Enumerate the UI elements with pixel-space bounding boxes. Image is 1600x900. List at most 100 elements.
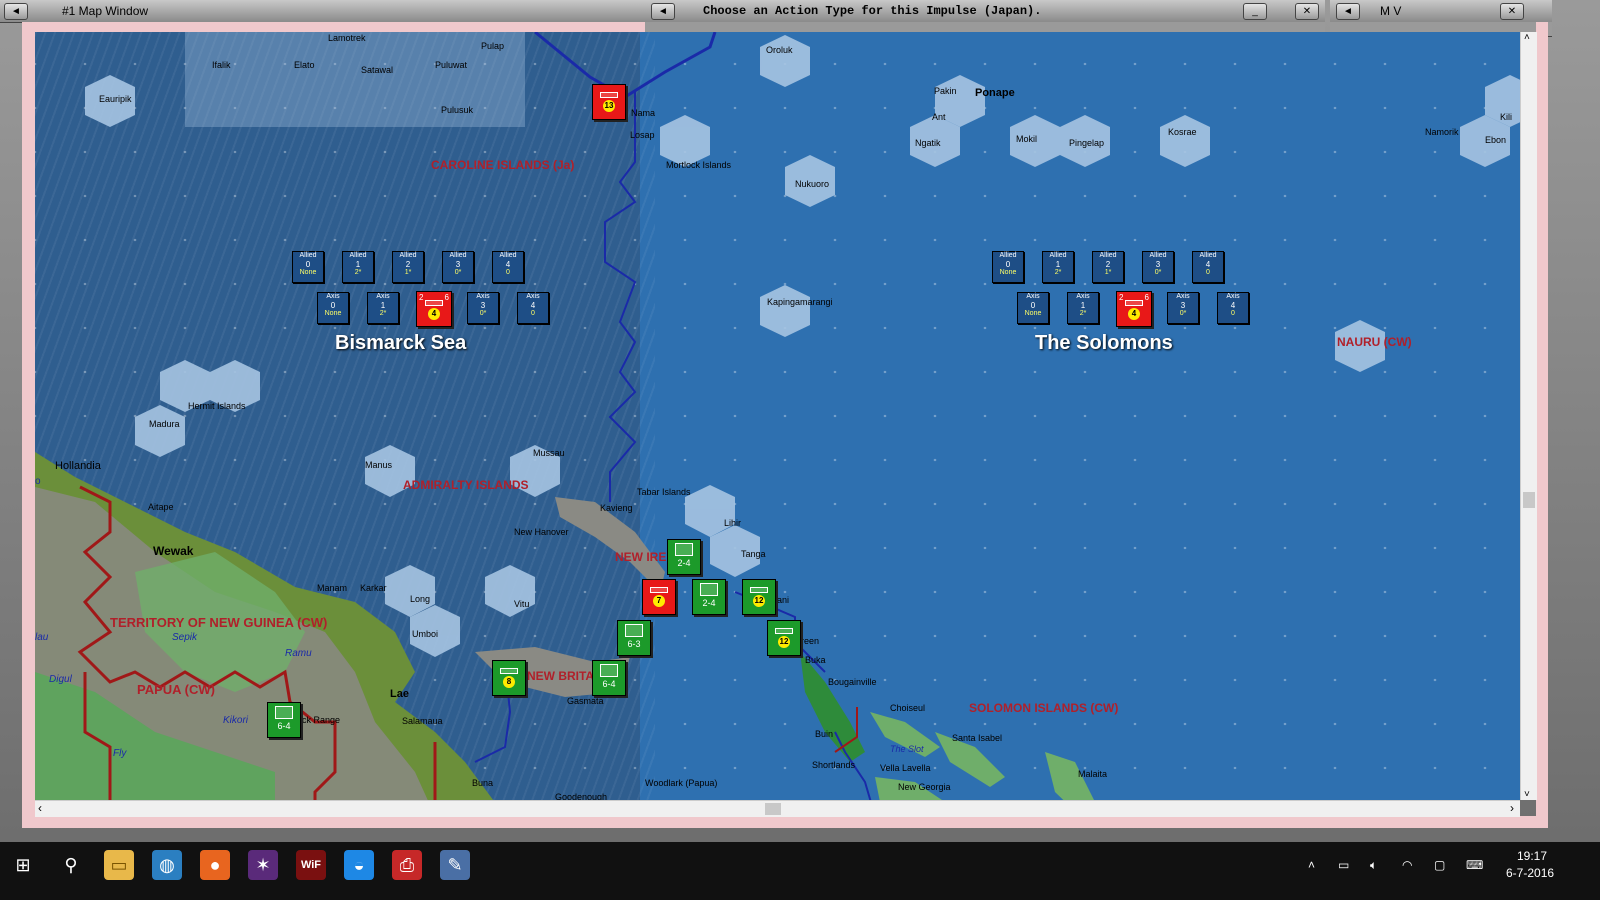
bismarck-axis-naval-unit[interactable]: 2 6 4: [416, 291, 452, 327]
solomons-allied-box-3[interactable]: Allied 3 0*: [1142, 251, 1174, 283]
solomons-axis-box-0[interactable]: Axis 0 None: [1017, 292, 1049, 324]
map-viewport[interactable]: CAROLINE ISLANDS (Ja) ADMIRALTY ISLANDS …: [35, 32, 1520, 816]
infantry-icon: [700, 583, 718, 596]
scroll-thumb[interactable]: [765, 803, 781, 815]
pdf-reader-icon[interactable]: ⎙: [392, 850, 422, 880]
place-manam: Manam: [317, 583, 348, 593]
place-the-slot: The Slot: [890, 744, 924, 754]
place-vitu: Vitu: [514, 599, 530, 609]
notification-icon[interactable]: ▢: [1434, 858, 1445, 872]
solomons-axis-naval-unit[interactable]: 2 6 4: [1116, 291, 1152, 327]
bismarck-axis-box-1[interactable]: Axis 1 2*: [367, 292, 399, 324]
map-window-titlebar[interactable]: ◄ #1 Map Window: [0, 0, 645, 23]
map-window-title: #1 Map Window: [62, 4, 149, 18]
map-vertical-scrollbar[interactable]: ˄ ˅: [1520, 32, 1537, 800]
scroll-down-arrow-icon[interactable]: ˅: [1524, 789, 1530, 800]
firefox-icon[interactable]: ●: [200, 850, 230, 880]
allied-infantry-unit-6-4-b[interactable]: 6-4: [267, 702, 301, 738]
mv-close-button[interactable]: ✕: [1500, 3, 1524, 20]
solomons-allied-box-0[interactable]: Allied 0 None: [992, 251, 1024, 283]
box-label: Allied: [349, 252, 367, 259]
caroline-atolls: [185, 32, 525, 127]
wifi-icon[interactable]: ◠: [1402, 858, 1412, 872]
search-icon[interactable]: ⚲: [56, 850, 86, 880]
clock-date[interactable]: 6-7-2016: [1506, 866, 1554, 880]
window-menu-button[interactable]: ◄: [4, 3, 28, 20]
tray-chevron-icon[interactable]: ˄: [1308, 858, 1315, 872]
allied-infantry-unit-6-3[interactable]: 6-3: [617, 620, 651, 656]
place-mokil: Mokil: [1016, 134, 1038, 144]
allied-infantry-unit-6-4-a[interactable]: 6-4: [592, 660, 626, 696]
solomons-allied-box-2[interactable]: Allied 2 1*: [1092, 251, 1124, 283]
allied-infantry-unit-2-4-a[interactable]: 2-4: [667, 539, 701, 575]
region-caroline-islands: CAROLINE ISLANDS (Ja): [431, 158, 575, 172]
bismarck-allied-box-0[interactable]: Allied 0 None: [292, 251, 324, 283]
bismarck-axis-box-4[interactable]: Axis 4 0: [517, 292, 549, 324]
clock-time[interactable]: 19:17: [1517, 849, 1547, 863]
unit-factor: 12: [753, 595, 765, 607]
solomons-allied-box-1[interactable]: Allied 1 2*: [1042, 251, 1074, 283]
hex-oroluk: [760, 35, 810, 87]
allied-air-unit-8[interactable]: 8: [492, 660, 526, 696]
aircraft-icon: [750, 587, 768, 593]
place-madura: Madura: [149, 419, 180, 429]
bismarck-axis-box-0[interactable]: Axis 0 None: [317, 292, 349, 324]
aircraft-icon: [650, 587, 668, 593]
place-hollandia: Hollandia: [55, 460, 101, 472]
place-wewak: Wewak: [153, 544, 194, 558]
place-pulusuk: Pulusuk: [441, 105, 474, 115]
action-window-menu-button[interactable]: ◄: [651, 3, 675, 20]
box-value: 0*: [454, 269, 462, 276]
allied-infantry-unit-2-4-b[interactable]: 2-4: [692, 579, 726, 615]
allied-air-unit-12-b[interactable]: 12: [767, 620, 801, 656]
action-minimize-button[interactable]: _: [1243, 3, 1267, 20]
mv-window-titlebar[interactable]: ◄ M V ✕: [1330, 0, 1552, 23]
box-label: Allied: [1049, 252, 1067, 259]
infantry-icon: [275, 706, 293, 719]
axis-air-unit-7[interactable]: 7: [642, 579, 676, 615]
windows-start-icon[interactable]: ⊞: [8, 850, 38, 880]
solomons-axis-box-4[interactable]: Axis 4 0: [1217, 292, 1249, 324]
network-globe-icon[interactable]: ◍: [152, 850, 182, 880]
box-value: None: [1024, 310, 1042, 317]
world-in-flames-icon[interactable]: WiF: [296, 850, 326, 880]
place-kapingamarangi: Kapingamarangi: [767, 297, 833, 307]
map-horizontal-scrollbar[interactable]: ‹ ›: [35, 800, 1520, 817]
bismarck-allied-box-4[interactable]: Allied 4 0: [492, 251, 524, 283]
browser-app-icon[interactable]: ◒: [344, 850, 374, 880]
axis-air-unit-13[interactable]: 13: [592, 84, 626, 120]
box-value: 1*: [404, 269, 412, 276]
region-new-britain: NEW BRITA: [527, 669, 595, 683]
solomons-allied-box-4[interactable]: Allied 4 0: [1192, 251, 1224, 283]
unit-right-value: 6: [444, 293, 449, 302]
scroll-left-arrow-icon[interactable]: ‹: [38, 801, 42, 815]
scroll-right-arrow-icon[interactable]: ›: [1510, 801, 1514, 815]
solomons-axis-box-3[interactable]: Axis 3 0*: [1167, 292, 1199, 324]
bismarck-allied-box-2[interactable]: Allied 2 1*: [392, 251, 424, 283]
keyboard-icon[interactable]: ⌨: [1466, 858, 1483, 872]
action-window-titlebar[interactable]: ◄ Choose an Action Type for this Impulse…: [645, 0, 1325, 23]
unit-factor: 7: [653, 595, 665, 607]
action-close-button[interactable]: ✕: [1295, 3, 1319, 20]
file-explorer-icon[interactable]: ▭: [104, 850, 134, 880]
place-mussau: Mussau: [533, 448, 565, 458]
game-launcher-icon[interactable]: ✶: [248, 850, 278, 880]
editor-app-icon[interactable]: ✎: [440, 850, 470, 880]
mv-window-title: M V: [1380, 4, 1402, 18]
allied-air-unit-12-a[interactable]: 12: [742, 579, 776, 615]
box-number: 1: [1055, 260, 1061, 269]
place-new-georgia: New Georgia: [898, 782, 951, 792]
bismarck-allied-box-1[interactable]: Allied 1 2*: [342, 251, 374, 283]
bismarck-axis-box-3[interactable]: Axis 3 0*: [467, 292, 499, 324]
scroll-thumb-vertical[interactable]: [1523, 492, 1535, 508]
place-ponape: Ponape: [975, 87, 1015, 99]
battery-icon[interactable]: ▭: [1338, 858, 1349, 872]
mv-window-menu-button[interactable]: ◄: [1336, 3, 1360, 20]
volume-icon[interactable]: 🔈︎: [1370, 858, 1377, 873]
box-number: 0: [305, 260, 311, 269]
scroll-up-arrow-icon[interactable]: ˄: [1524, 32, 1530, 43]
place-elato: Elato: [294, 60, 315, 70]
solomons-axis-box-1[interactable]: Axis 1 2*: [1067, 292, 1099, 324]
place-tanga: Tanga: [741, 549, 766, 559]
bismarck-allied-box-3[interactable]: Allied 3 0*: [442, 251, 474, 283]
